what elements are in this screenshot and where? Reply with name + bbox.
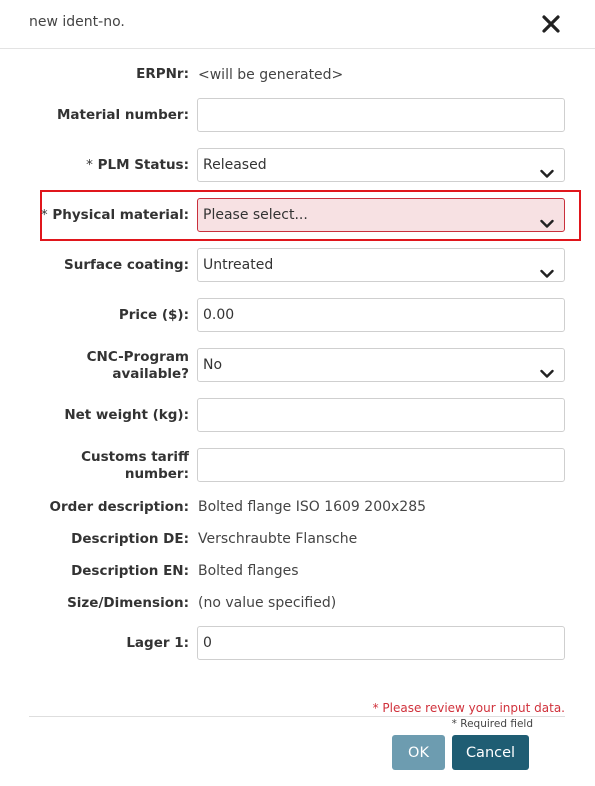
new-ident-dialog: new ident-no. ERPNr: <will be generated>…: [0, 0, 595, 786]
erpnr-value: <will be generated>: [198, 67, 344, 83]
dialog-title: new ident-no.: [29, 14, 125, 30]
net-weight-label: Net weight (kg):: [64, 407, 189, 423]
chevron-down-icon: [540, 159, 554, 191]
material-number-label: Material number:: [56, 107, 189, 123]
surface-coating-value: Untreated: [203, 257, 274, 273]
cnc-program-value: No: [203, 357, 223, 373]
plm-status-label-text: PLM Status:: [97, 157, 189, 173]
required-field-note: * Required field: [451, 718, 533, 730]
validation-error-message: * Please review your input data.: [372, 701, 565, 715]
size-dimension-value: (no value specified): [198, 595, 337, 611]
customs-tariff-input[interactable]: [197, 448, 565, 482]
physical-material-value: Please select...: [203, 207, 308, 223]
chevron-down-icon: [540, 259, 554, 291]
physical-material-label-text: Physical material:: [52, 207, 189, 223]
net-weight-input[interactable]: [197, 398, 565, 432]
size-dimension-label: Size/Dimension:: [67, 595, 189, 611]
ok-button[interactable]: OK: [392, 735, 445, 770]
description-en-label: Description EN:: [71, 563, 189, 579]
surface-coating-label: Surface coating:: [64, 257, 189, 273]
surface-coating-select[interactable]: Untreated: [197, 248, 565, 282]
plm-status-label: * PLM Status:: [86, 157, 189, 174]
chevron-down-icon: [540, 359, 554, 391]
plm-status-select[interactable]: Released: [197, 148, 565, 182]
customs-tariff-label: Customs tariff number:: [81, 449, 189, 482]
physical-material-select[interactable]: Please select...: [197, 198, 565, 232]
plm-status-value: Released: [203, 157, 267, 173]
description-en-value: Bolted flanges: [198, 563, 299, 579]
order-description-label: Order description:: [49, 499, 189, 515]
price-label: Price ($):: [118, 307, 189, 323]
description-de-value: Verschraubte Flansche: [198, 531, 358, 547]
footer-divider: [29, 716, 565, 717]
order-description-value: Bolted flange ISO 1609 200x285: [198, 499, 427, 515]
description-de-label: Description DE:: [71, 531, 189, 547]
cnc-program-select[interactable]: No: [197, 348, 565, 382]
cancel-button[interactable]: Cancel: [452, 735, 529, 770]
physical-material-label: * Physical material:: [41, 207, 189, 224]
dialog-header: new ident-no.: [0, 0, 595, 49]
close-icon[interactable]: [540, 13, 562, 35]
material-number-input[interactable]: [197, 98, 565, 132]
lager1-input[interactable]: [197, 626, 565, 660]
price-input[interactable]: [197, 298, 565, 332]
required-mark: *: [86, 157, 93, 173]
chevron-down-icon: [540, 209, 554, 241]
cnc-program-label: CNC-Program available?: [86, 349, 189, 382]
erpnr-label: ERPNr:: [136, 66, 189, 82]
lager1-label: Lager 1:: [126, 635, 189, 651]
required-mark: *: [40, 207, 48, 223]
